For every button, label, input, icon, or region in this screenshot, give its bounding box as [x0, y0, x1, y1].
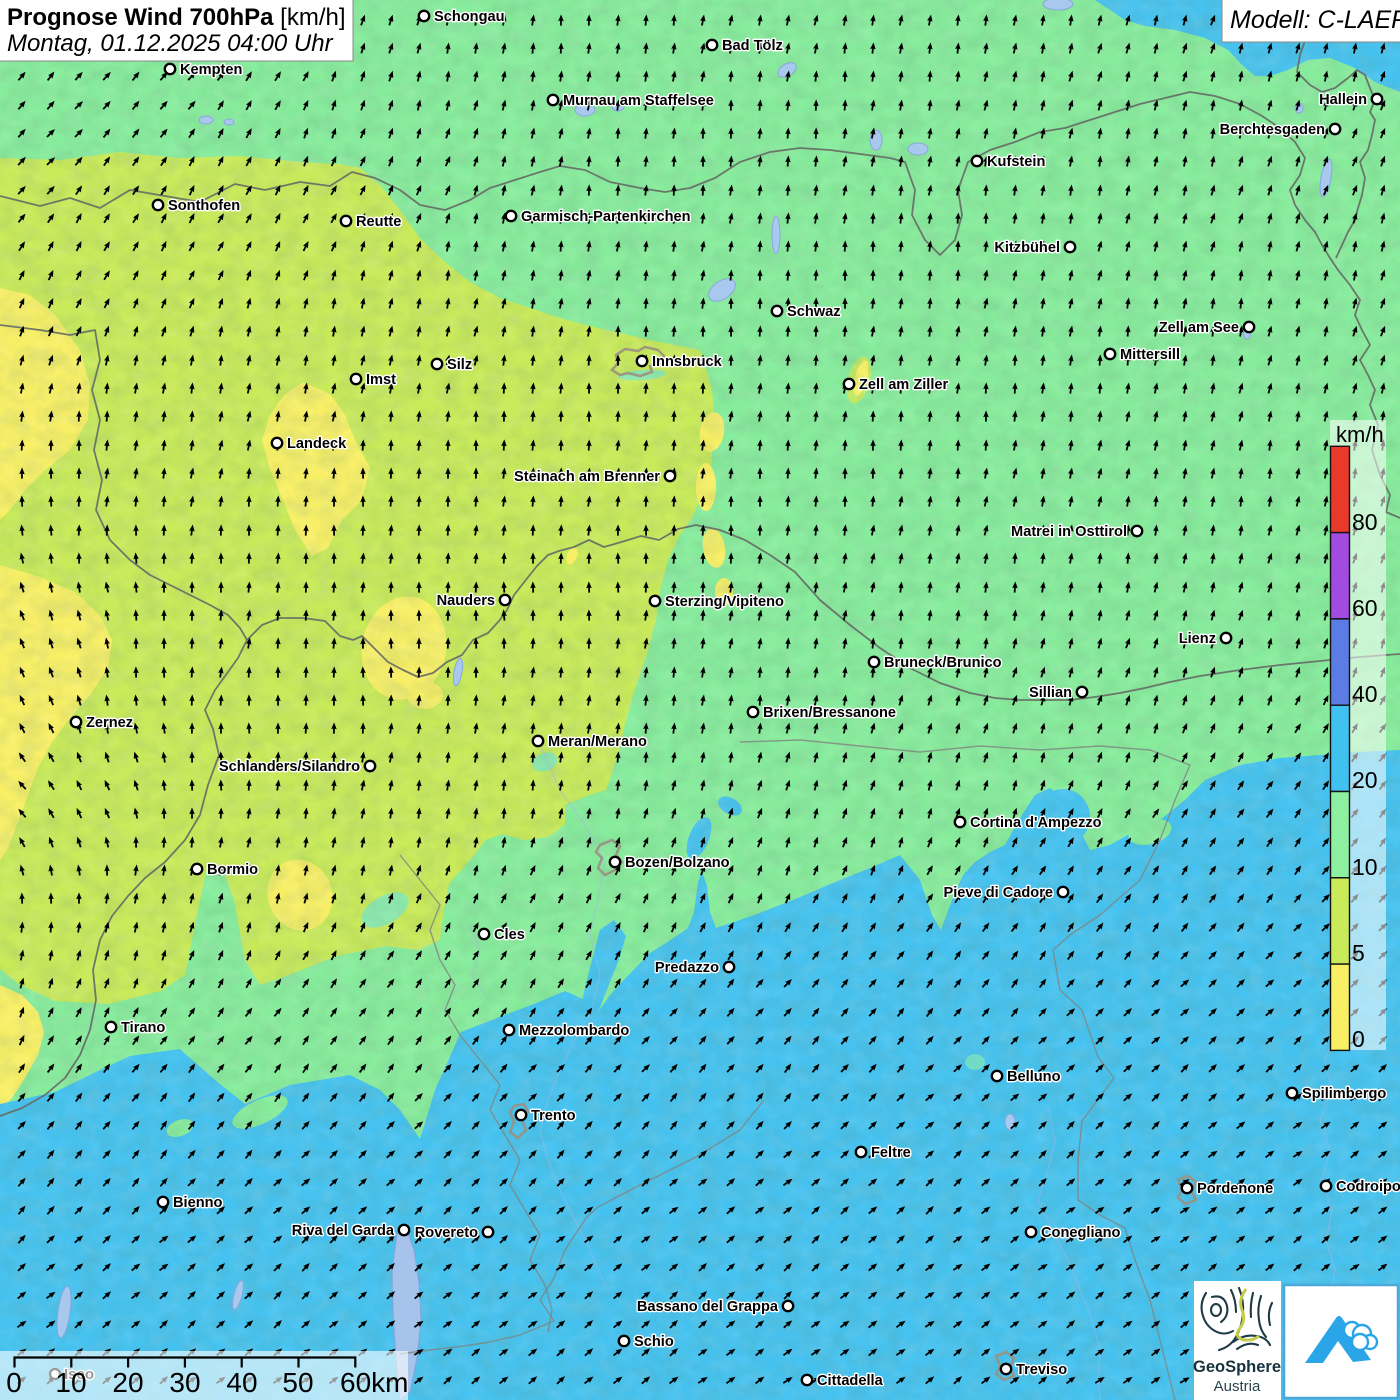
svg-text:Kufstein: Kufstein: [987, 154, 1045, 170]
svg-text:Bozen/Bolzano: Bozen/Bolzano: [625, 855, 730, 871]
svg-text:Zell am Ziller: Zell am Ziller: [859, 377, 949, 393]
svg-text:Rovereto: Rovereto: [415, 1225, 478, 1241]
svg-text:60km: 60km: [340, 1367, 408, 1398]
svg-text:Cittadella: Cittadella: [817, 1373, 884, 1389]
svg-text:Predazzo: Predazzo: [655, 960, 719, 976]
svg-text:Conegliano: Conegliano: [1041, 1225, 1121, 1241]
svg-text:Mittersill: Mittersill: [1120, 347, 1180, 363]
svg-text:10: 10: [55, 1367, 86, 1398]
svg-text:Steinach am Brenner: Steinach am Brenner: [514, 469, 660, 485]
svg-text:Landeck: Landeck: [287, 436, 347, 452]
svg-text:Bruneck/Brunico: Bruneck/Brunico: [884, 655, 1002, 671]
svg-text:0: 0: [1352, 1026, 1365, 1052]
svg-text:40: 40: [226, 1367, 257, 1398]
svg-text:Cortina d'Ampezzo: Cortina d'Ampezzo: [970, 815, 1102, 831]
svg-text:Murnau am Staffelsee: Murnau am Staffelsee: [563, 93, 714, 109]
svg-text:Feltre: Feltre: [871, 1145, 911, 1161]
svg-text:20: 20: [1352, 767, 1378, 793]
svg-text:Mezzolombardo: Mezzolombardo: [519, 1023, 629, 1039]
svg-text:40: 40: [1352, 681, 1378, 707]
svg-text:Sillian: Sillian: [1029, 685, 1072, 701]
svg-text:Pieve di Cadore: Pieve di Cadore: [944, 885, 1054, 901]
svg-text:Modell: C-LAEF: Modell: C-LAEF: [1230, 6, 1400, 34]
svg-text:Garmisch-Partenkirchen: Garmisch-Partenkirchen: [521, 209, 691, 225]
svg-text:Meran/Merano: Meran/Merano: [548, 734, 647, 750]
svg-text:Lienz: Lienz: [1179, 631, 1216, 647]
svg-text:Cles: Cles: [494, 927, 525, 943]
svg-text:Schwaz: Schwaz: [787, 304, 841, 320]
svg-text:Matrei in Osttirol: Matrei in Osttirol: [1011, 524, 1127, 540]
svg-text:Bormio: Bormio: [207, 862, 258, 878]
svg-text:Tirano: Tirano: [121, 1020, 165, 1036]
svg-text:Spilimbergo: Spilimbergo: [1302, 1086, 1386, 1102]
svg-text:Brixen/Bressanone: Brixen/Bressanone: [763, 705, 896, 721]
svg-text:Zell am See: Zell am See: [1159, 320, 1239, 336]
svg-text:Hallein: Hallein: [1319, 92, 1367, 108]
svg-text:Bad Tölz: Bad Tölz: [722, 38, 783, 54]
svg-text:Montag, 01.12.2025 04:00 Uhr: Montag, 01.12.2025 04:00 Uhr: [7, 30, 334, 57]
svg-text:0: 0: [6, 1367, 22, 1398]
svg-text:Bassano del Grappa: Bassano del Grappa: [637, 1299, 779, 1315]
svg-text:Codroipo: Codroipo: [1336, 1179, 1400, 1195]
svg-text:Kitzbühel: Kitzbühel: [994, 240, 1060, 256]
svg-text:Prognose Wind 700hPa [km/h]: Prognose Wind 700hPa [km/h]: [7, 4, 346, 31]
svg-text:Silz: Silz: [447, 357, 472, 373]
svg-text:10: 10: [1352, 854, 1378, 880]
svg-text:Kempten: Kempten: [180, 62, 243, 78]
svg-text:Bienno: Bienno: [173, 1195, 223, 1211]
svg-text:Pordenone: Pordenone: [1197, 1181, 1273, 1197]
svg-text:Riva del Garda: Riva del Garda: [292, 1223, 395, 1239]
svg-text:km/h: km/h: [1336, 422, 1384, 447]
svg-text:80: 80: [1352, 509, 1378, 535]
svg-text:GeoSphere: GeoSphere: [1193, 1358, 1281, 1376]
svg-text:Imst: Imst: [366, 372, 396, 388]
svg-text:60: 60: [1352, 595, 1378, 621]
svg-text:Berchtesgaden: Berchtesgaden: [1220, 122, 1326, 138]
svg-text:Schongau: Schongau: [434, 9, 505, 25]
svg-text:5: 5: [1352, 940, 1365, 966]
svg-text:Schlanders/Silandro: Schlanders/Silandro: [219, 759, 360, 775]
svg-text:Sterzing/Vipiteno: Sterzing/Vipiteno: [665, 594, 784, 610]
svg-text:Treviso: Treviso: [1016, 1362, 1067, 1378]
svg-text:Innsbruck: Innsbruck: [652, 354, 723, 370]
svg-text:Reutte: Reutte: [356, 214, 401, 230]
svg-text:Austria: Austria: [1214, 1378, 1261, 1395]
svg-text:Trento: Trento: [531, 1108, 576, 1124]
svg-text:Belluno: Belluno: [1007, 1069, 1061, 1085]
svg-text:Sonthofen: Sonthofen: [168, 198, 240, 214]
svg-text:20: 20: [112, 1367, 143, 1398]
svg-text:Schio: Schio: [634, 1334, 674, 1350]
svg-text:Zernez: Zernez: [86, 715, 133, 731]
svg-text:30: 30: [169, 1367, 200, 1398]
svg-text:50: 50: [282, 1367, 313, 1398]
svg-text:Nauders: Nauders: [437, 593, 495, 609]
